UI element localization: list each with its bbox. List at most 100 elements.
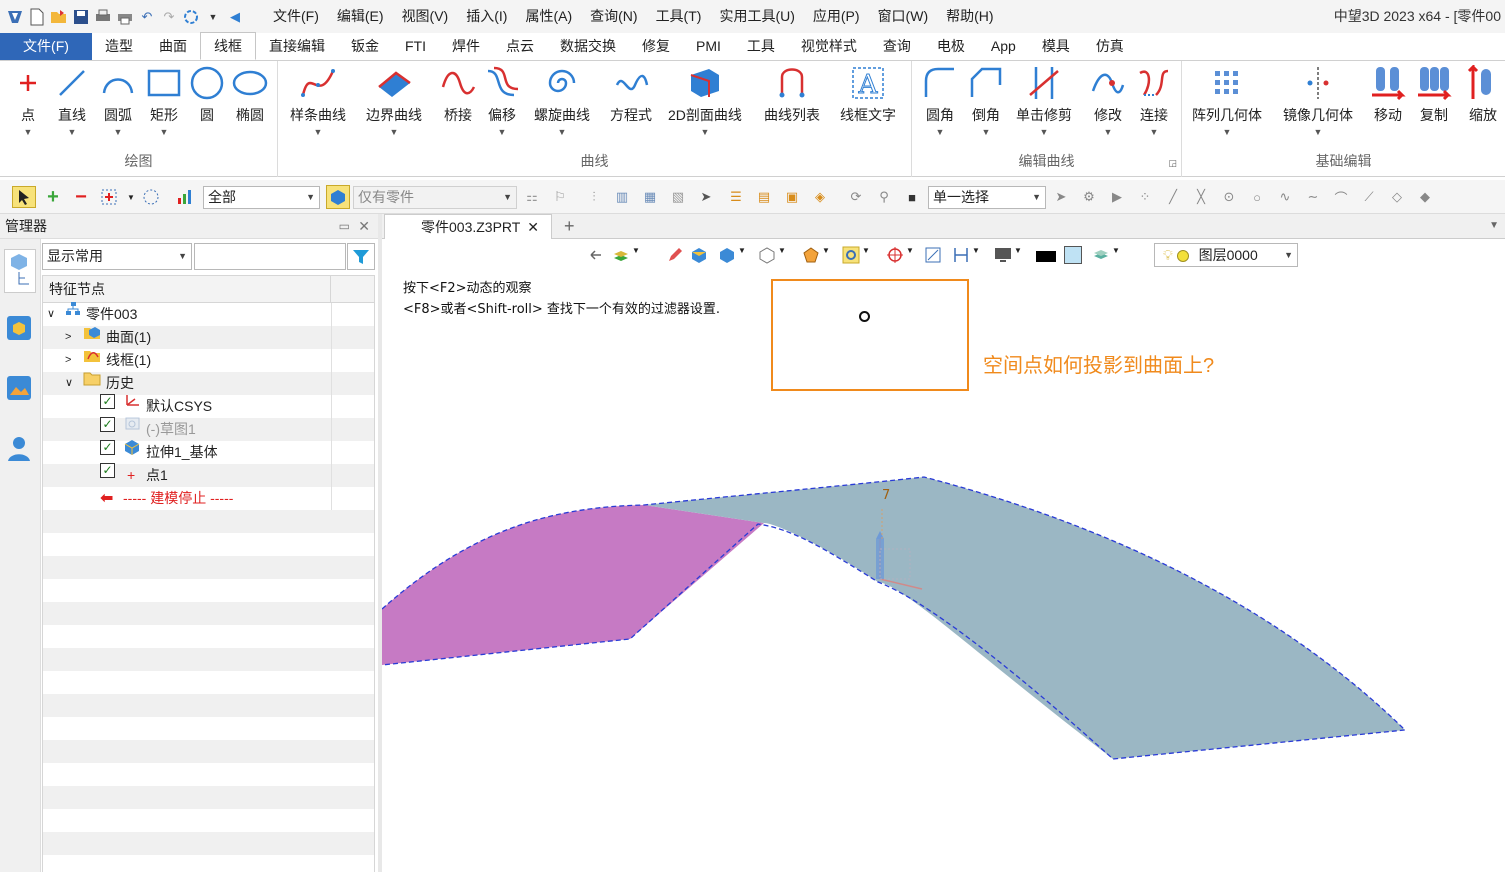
toolbar-assembly-icon[interactable]: ◈	[811, 188, 829, 206]
tab-repair[interactable]: 修复	[629, 33, 683, 60]
click-trim-button[interactable]: 单击修剪 ▼	[1016, 65, 1072, 137]
curve-list-button[interactable]: 曲线列表	[764, 65, 820, 125]
snap-play-icon[interactable]: ▶	[1108, 188, 1126, 206]
tab-tools[interactable]: 工具	[734, 33, 788, 60]
user-manager-icon[interactable]	[4, 433, 36, 465]
snap-intersect-icon[interactable]: ╳	[1192, 188, 1210, 206]
boundary-curve-button[interactable]: 边界曲线 ▼	[366, 65, 422, 137]
ellipse-button[interactable]: 椭圆	[232, 65, 268, 125]
close-icon[interactable]: ✕	[358, 214, 370, 239]
snap-grid-icon[interactable]: ⁘	[1136, 188, 1154, 206]
add-icon[interactable]: +	[44, 186, 62, 208]
new-tab-icon[interactable]: +	[564, 214, 575, 238]
snap-gear-icon[interactable]: ⚙	[1080, 188, 1098, 206]
display-combo[interactable]: 显示常用 ▼	[42, 243, 192, 270]
snap-wave-icon[interactable]: ∼	[1304, 188, 1322, 206]
snap-layer-icon[interactable]: ◆	[1416, 188, 1434, 206]
pattern-geometry-button[interactable]: 阵列几何体 ▼	[1192, 65, 1262, 137]
2d-section-curve-button[interactable]: 2D剖面曲线 ▼	[668, 65, 742, 137]
equation-button[interactable]: 方程式	[610, 65, 652, 125]
dimension-dropdown-icon[interactable]: ▼	[972, 246, 990, 264]
point-checkbox[interactable]: ✓	[100, 463, 115, 478]
pattern-dropdown-icon[interactable]: ▼	[1223, 127, 1232, 137]
view-back-icon[interactable]	[588, 246, 606, 264]
zoom-dropdown-icon[interactable]: ▼	[862, 246, 880, 264]
lasso-select-icon[interactable]	[142, 188, 160, 206]
tab-simulation[interactable]: 仿真	[1083, 33, 1137, 60]
modify-dropdown-icon[interactable]: ▼	[1104, 127, 1113, 137]
app-logo-icon[interactable]	[6, 8, 24, 26]
filter-funnel-button[interactable]	[347, 243, 375, 270]
target-dropdown-icon[interactable]: ▼	[906, 246, 924, 264]
space-point-marker[interactable]	[859, 311, 870, 322]
point-dropdown-icon[interactable]: ▼	[24, 127, 33, 137]
spline-button[interactable]: 样条曲线 ▼	[290, 65, 346, 137]
offset-button[interactable]: 偏移 ▼	[484, 65, 520, 137]
join-button[interactable]: 连接 ▼	[1136, 65, 1172, 137]
display-mode-dropdown-icon[interactable]: ▼	[738, 246, 756, 264]
magenta-surface[interactable]	[382, 505, 764, 665]
color-swatch-blue[interactable]	[1064, 246, 1082, 264]
tab-inquire[interactable]: 查询	[870, 33, 924, 60]
tree-node-root[interactable]: ∨ 零件003	[43, 302, 374, 326]
toolbar-cube-icon[interactable]: ▣	[783, 188, 801, 206]
display-mode-icon[interactable]	[718, 246, 736, 264]
filter-combo[interactable]: 全部 ▼	[203, 186, 320, 209]
close-tab-icon[interactable]: ✕	[527, 215, 539, 239]
snap-center-icon[interactable]: ⊙	[1220, 188, 1238, 206]
toolbar-rotate-icon[interactable]: ⟳	[847, 188, 865, 206]
save-icon[interactable]	[72, 8, 90, 26]
tree-node-csys[interactable]: ✓ 默认CSYS	[43, 394, 374, 418]
undo-icon[interactable]: ↶	[138, 8, 156, 26]
tab-visual-style[interactable]: 视觉样式	[788, 33, 870, 60]
assembly-manager-icon[interactable]	[4, 313, 36, 345]
remove-icon[interactable]: −	[72, 186, 90, 208]
tree-node-history[interactable]: ∨ 历史	[43, 372, 374, 395]
monitor-dropdown-icon[interactable]: ▼	[1014, 246, 1032, 264]
layer-stack-icon[interactable]	[1092, 246, 1110, 264]
csys-checkbox[interactable]: ✓	[100, 394, 115, 409]
snap-surface-icon[interactable]: ◇	[1388, 188, 1406, 206]
line-dropdown-icon[interactable]: ▼	[68, 127, 77, 137]
filter-chart-icon[interactable]	[176, 188, 194, 206]
blue-surface[interactable]	[644, 477, 1405, 759]
menu-view[interactable]: 视图(V)	[393, 0, 458, 33]
menu-tools[interactable]: 工具(T)	[647, 0, 711, 33]
toolbar-grey-icon-6[interactable]: ▧	[669, 188, 687, 206]
menu-utilities[interactable]: 实用工具(U)	[710, 0, 803, 33]
snap-curve-icon[interactable]: ∿	[1276, 188, 1294, 206]
spline-dropdown-icon[interactable]: ▼	[314, 127, 323, 137]
mirror-dropdown-icon[interactable]: ▼	[1314, 127, 1323, 137]
arc-button[interactable]: 圆弧 ▼	[100, 65, 136, 137]
view-dropdown-icon[interactable]: ▼	[778, 246, 796, 264]
3d-viewport[interactable]: 7 ▼ ▼ ▼ ▼ ▼ ▼ ▼ ▼ ▼ 💡︎ 图层0000 ▼ 按下<F2>动态…	[382, 239, 1505, 872]
menu-edit[interactable]: 编辑(E)	[328, 0, 393, 33]
redo-icon[interactable]: ↷	[160, 8, 178, 26]
tab-file[interactable]: 文件(F)	[0, 33, 92, 60]
modify-button[interactable]: 修改 ▼	[1090, 65, 1126, 137]
group-launcher-icon[interactable]: ◲	[1168, 158, 1177, 169]
tab-mold[interactable]: 模具	[1029, 33, 1083, 60]
snap-circle-icon[interactable]: ○	[1248, 188, 1266, 206]
dimension-icon[interactable]	[952, 246, 970, 264]
menu-apps[interactable]: 应用(P)	[804, 0, 869, 33]
snap-line-icon[interactable]: ╱	[1164, 188, 1182, 206]
line-button[interactable]: 直线 ▼	[54, 65, 90, 137]
tree-node-point[interactable]: ✓ + 点1	[43, 463, 374, 487]
tab-modeling[interactable]: 造型	[92, 33, 146, 60]
part-filter-icon[interactable]	[326, 185, 350, 209]
toolbar-grey-icon-2[interactable]: ⚐	[551, 188, 569, 206]
chamfer-button[interactable]: 倒角 ▼	[968, 65, 1004, 137]
qat-dropdown-icon[interactable]: ▼	[204, 8, 222, 26]
snap-pointer-icon[interactable]: ➤	[1052, 188, 1070, 206]
toolbar-icon-5[interactable]: ▦	[641, 188, 659, 206]
wire-cube-icon[interactable]	[758, 246, 776, 264]
toolbar-stop-icon[interactable]: ■	[903, 188, 921, 206]
tree-node-wireframe[interactable]: > 线框(1)	[43, 349, 374, 372]
menu-help[interactable]: 帮助(H)	[937, 0, 1002, 33]
copy-button[interactable]: 复制	[1416, 65, 1452, 125]
back-arrow-icon[interactable]: ◀	[226, 8, 244, 26]
tree-node-surface[interactable]: > 曲面(1)	[43, 326, 374, 349]
offset-dropdown-icon[interactable]: ▼	[498, 127, 507, 137]
pencil-icon[interactable]	[666, 246, 684, 264]
